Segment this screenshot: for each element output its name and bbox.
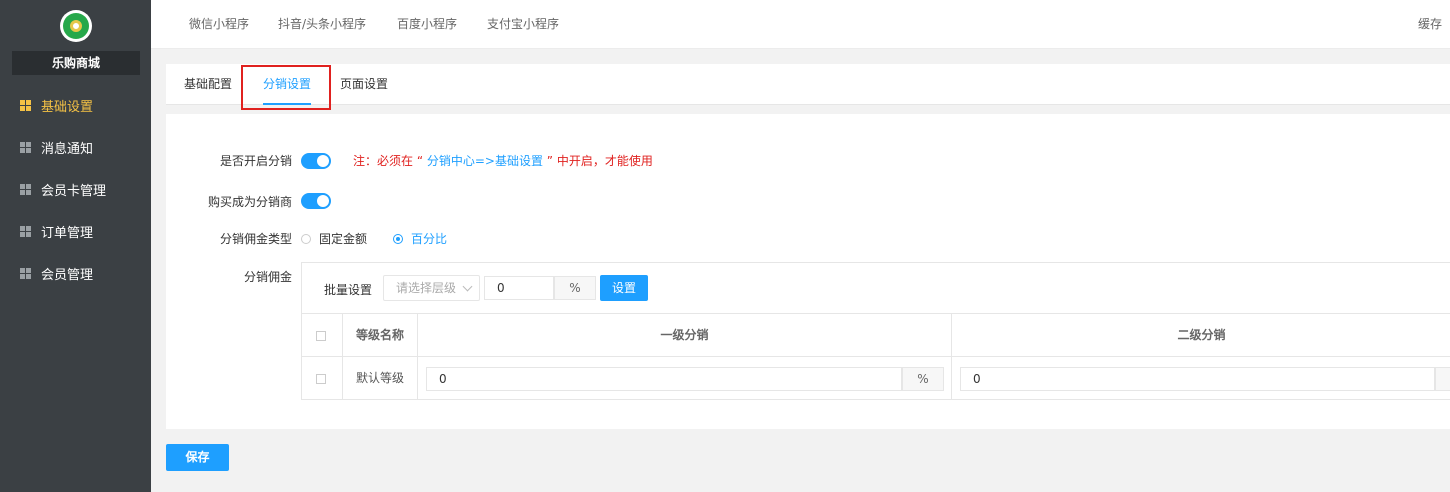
commission-label: 分销佣金 [243, 270, 292, 284]
brand-name: 乐购商城 [12, 51, 140, 75]
grid-icon [20, 225, 31, 237]
table-row: 默认等级 0 % 0 [302, 357, 1450, 400]
radio-circle [393, 233, 403, 244]
tab-basic-config[interactable]: 基础配置 [184, 64, 232, 105]
tab-page-settings[interactable]: 页面设置 [340, 64, 388, 105]
radio-circle [301, 233, 311, 244]
highlight-box [241, 65, 331, 110]
percent-addon: % [554, 276, 596, 300]
enable-distribution-toggle[interactable] [301, 153, 331, 169]
sidebar-item-label: 订单管理 [41, 225, 94, 241]
table-header: 等级名称 一级分销 二级分销 [302, 314, 1450, 357]
tab-baidu-miniprogram[interactable]: 百度小程序 [397, 0, 457, 49]
column-header: 一级分销 [418, 314, 952, 357]
sidebar-item-orders[interactable]: 订单管理 [0, 210, 151, 252]
select-all-checkbox[interactable] [316, 331, 326, 341]
level-name: 默认等级 [343, 357, 418, 400]
commission-table: 等级名称 一级分销 二级分销 默认等级 0 % 0 [302, 313, 1450, 400]
cache-button[interactable]: 缓存 [1418, 0, 1442, 49]
sidebar-item-basic-settings[interactable]: 基础设置 [0, 84, 151, 126]
sidebar-item-label: 消息通知 [41, 141, 94, 157]
grid-icon [20, 99, 31, 111]
sidebar-nav: 基础设置 消息通知 会员卡管理 订单管理 会员管理 [0, 84, 151, 294]
radio-percentage[interactable]: 百分比 [393, 230, 447, 247]
brand: 乐购商城 [12, 0, 140, 76]
save-button[interactable]: 保存 [166, 444, 229, 471]
distribution-form: 是否开启分销 注：必须在 “ 分销中心=>基础设置 ” 中开启，才能使用 购买成… [166, 114, 1450, 429]
sidebar-item-members[interactable]: 会员管理 [0, 252, 151, 294]
sidebar: 乐购商城 基础设置 消息通知 会员卡管理 订单管理 会员管理 [0, 0, 151, 492]
level2-commission-input[interactable]: 0 [960, 367, 1435, 391]
column-header: 等级名称 [343, 314, 418, 357]
enable-distribution-label: 是否开启分销 [219, 154, 292, 168]
batch-setting-label: 批量设置 [324, 283, 373, 297]
grid-icon [20, 141, 31, 153]
sidebar-item-member-cards[interactable]: 会员卡管理 [0, 168, 151, 210]
buy-become-distributor-label: 购买成为分销商 [207, 195, 292, 209]
chevron-down-icon [462, 281, 473, 292]
percent-addon-clipped [1435, 367, 1450, 391]
commission-box: 批量设置 请选择层级 0 % 设置 等级名称 一级分销 二级分销 默认等级 0 … [301, 262, 1450, 400]
tab-alipay-miniprogram[interactable]: 支付宝小程序 [487, 0, 559, 49]
level-select[interactable]: 请选择层级 [383, 275, 480, 301]
logo-icon [60, 10, 92, 42]
top-bar: 微信小程序 抖音/头条小程序 百度小程序 支付宝小程序 缓存 [151, 0, 1450, 49]
grid-icon [20, 183, 31, 195]
settings-tabs: 基础配置 分销设置 页面设置 [166, 64, 1450, 105]
grid-icon [20, 267, 31, 279]
batch-set-button[interactable]: 设置 [600, 275, 648, 301]
sidebar-item-notifications[interactable]: 消息通知 [0, 126, 151, 168]
level1-commission-input[interactable]: 0 [426, 367, 902, 391]
commission-type-label: 分销佣金类型 [219, 232, 292, 246]
batch-value-input[interactable]: 0 [484, 276, 554, 300]
radio-fixed-amount[interactable]: 固定金额 [301, 230, 367, 247]
tab-wechat-miniprogram[interactable]: 微信小程序 [189, 0, 249, 49]
buy-become-distributor-toggle[interactable] [301, 193, 331, 209]
column-header: 二级分销 [1177, 328, 1226, 342]
row-checkbox[interactable] [316, 374, 326, 384]
sidebar-item-label: 会员卡管理 [41, 183, 107, 199]
distribution-note: 注：必须在 “ 分销中心=>基础设置 ” 中开启，才能使用 [353, 154, 653, 168]
sidebar-item-label: 基础设置 [41, 99, 94, 115]
tab-douyin-miniprogram[interactable]: 抖音/头条小程序 [278, 0, 366, 49]
percent-addon: % [902, 367, 944, 391]
sidebar-item-label: 会员管理 [41, 267, 94, 283]
